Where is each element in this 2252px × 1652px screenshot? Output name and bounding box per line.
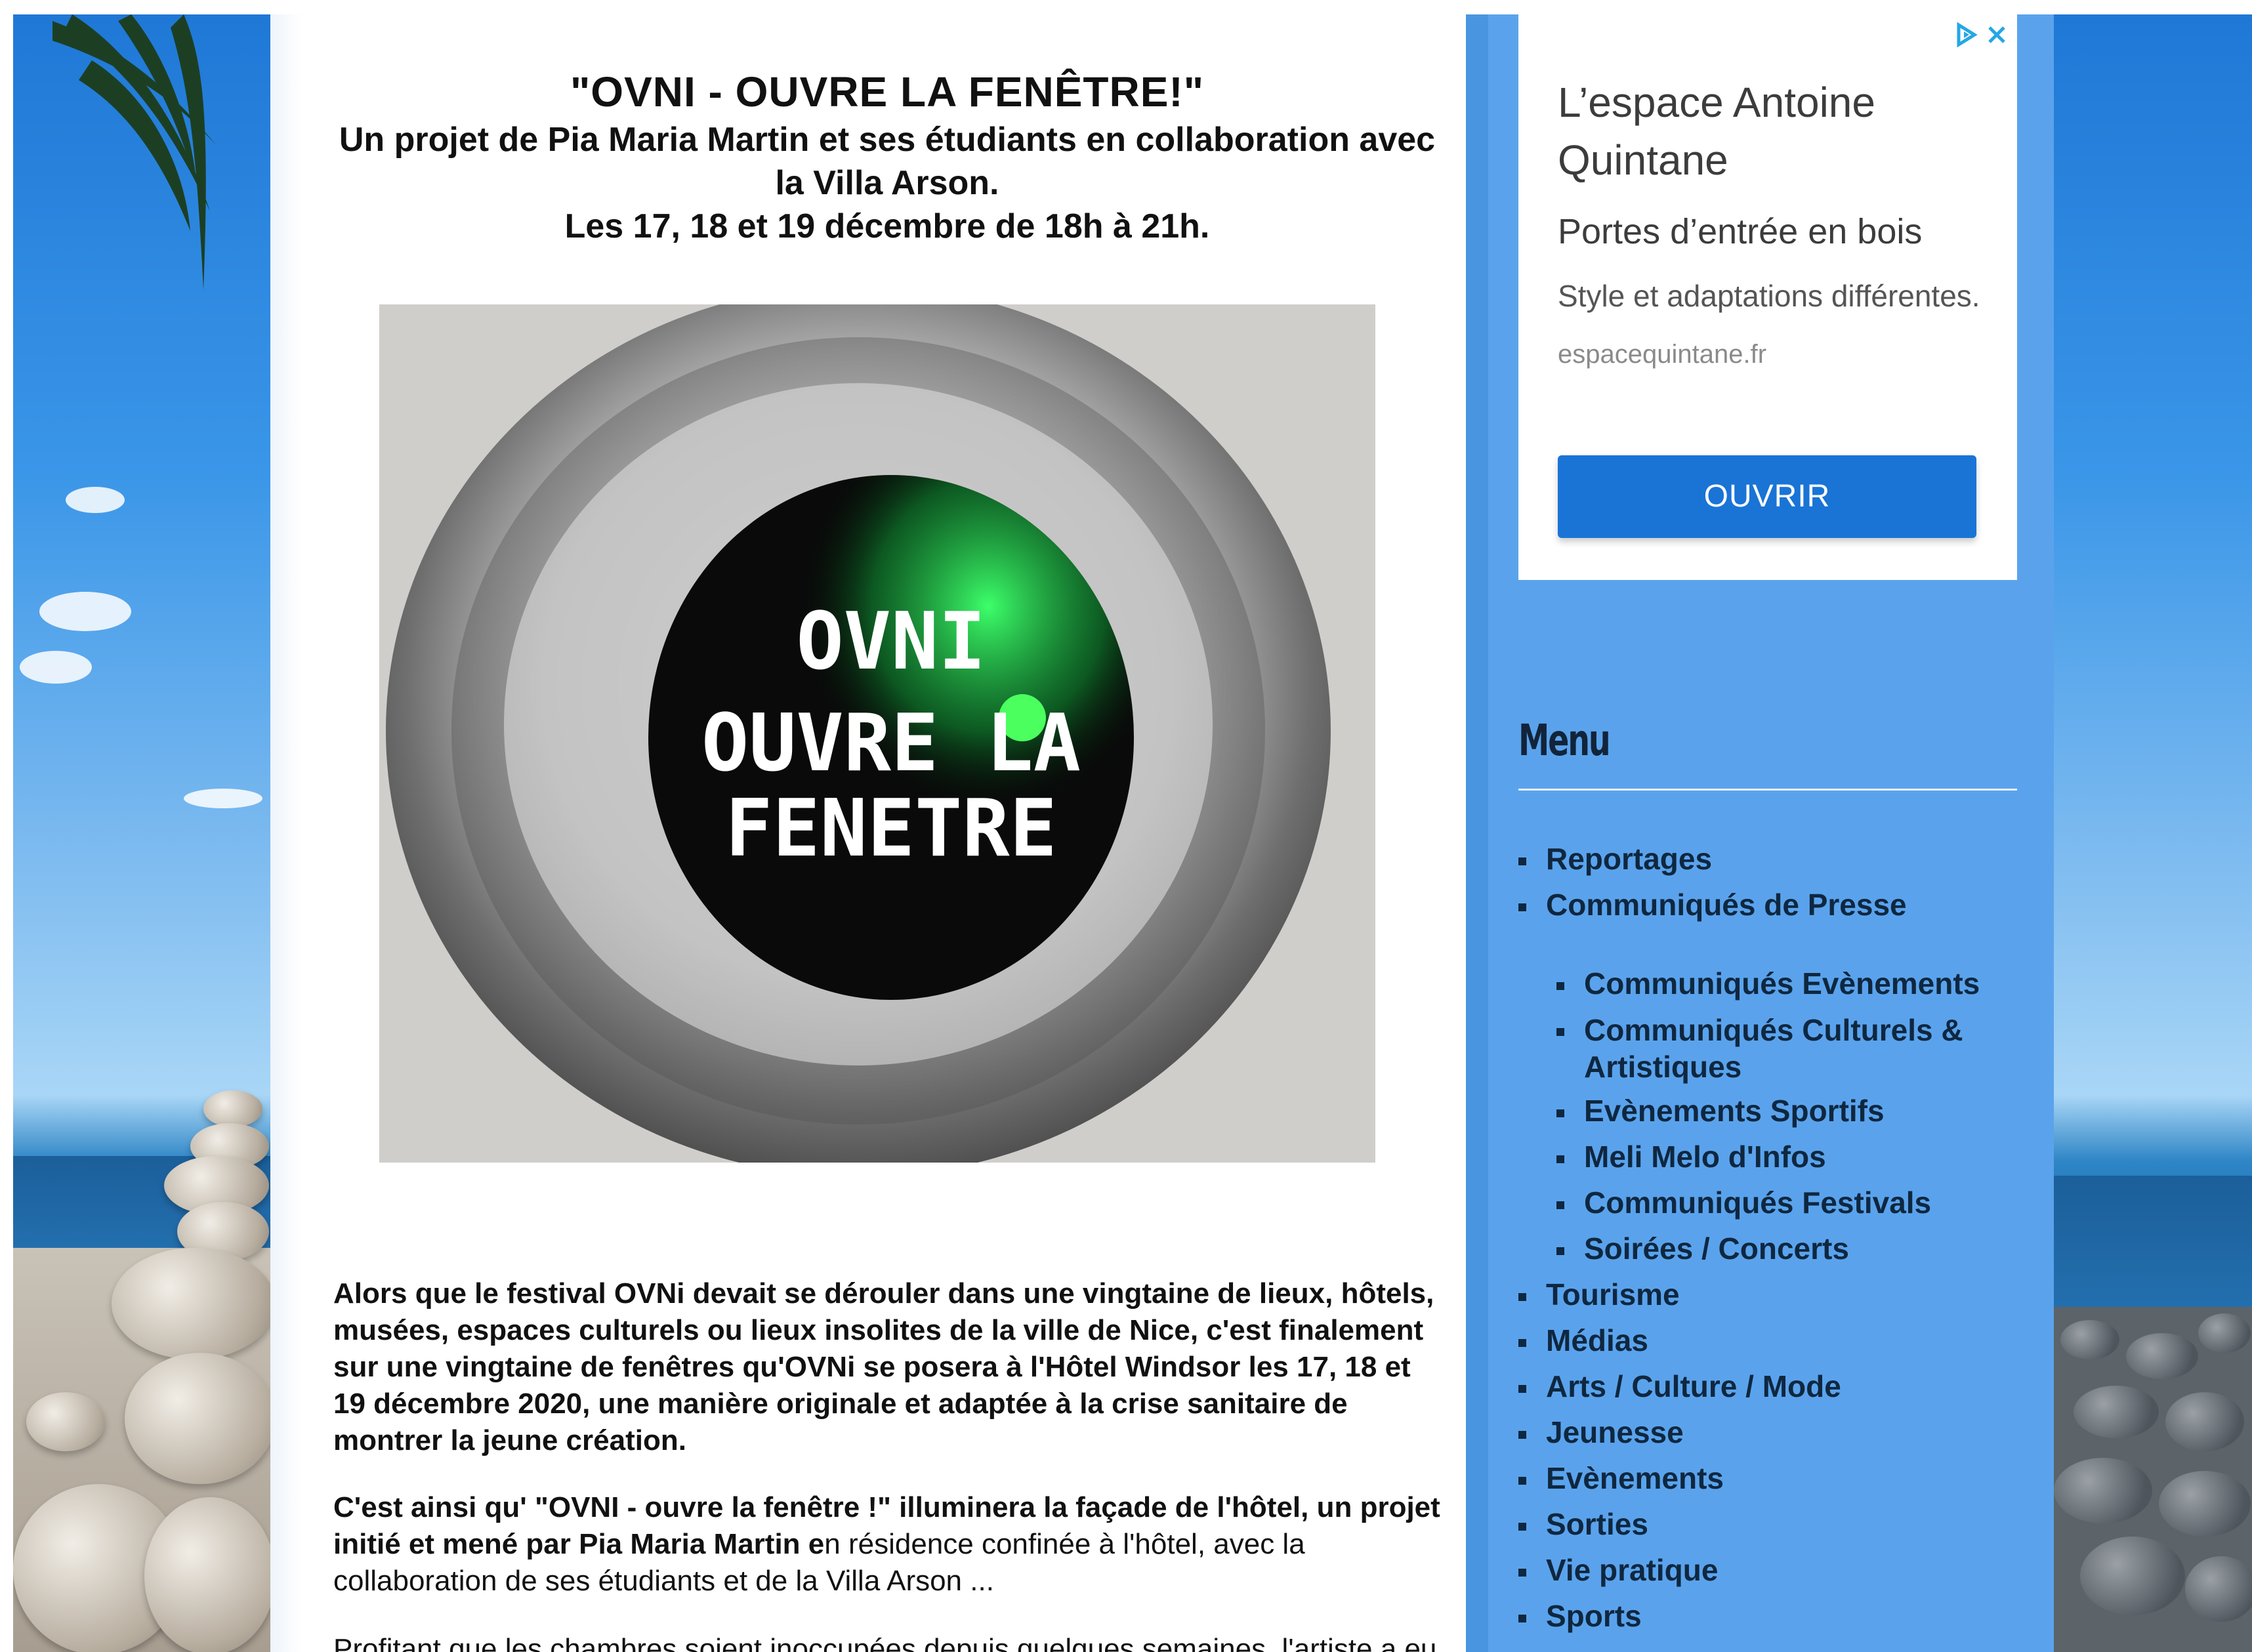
bullet-icon <box>1556 981 1564 990</box>
bullet-icon <box>1518 1430 1526 1439</box>
palm-tree-decoration <box>52 14 217 290</box>
pebble-decoration <box>2126 1333 2198 1379</box>
bullet-icon <box>1556 1201 1564 1209</box>
menu-item-label: Jeunesse <box>1546 1415 1684 1449</box>
menu-item-label: Vie pratique <box>1546 1553 1719 1587</box>
menu-item-label: Tourisme <box>1546 1277 1680 1311</box>
ad-subtitle: Portes d’entrée en bois <box>1558 212 1923 251</box>
menu-item-label: Soirées / Concerts <box>1584 1231 1849 1266</box>
pebble-decoration <box>2060 1320 2119 1359</box>
menu-title: Menu <box>1518 715 1611 766</box>
menu-item-tourisme[interactable]: Tourisme <box>1518 1277 1680 1312</box>
menu-item-label: Communiqués Culturels & Artistiques <box>1584 1013 1963 1084</box>
ad-url[interactable]: espacequintane.fr <box>1558 340 1766 369</box>
background-left-beach-image <box>13 14 270 1652</box>
menu-item-communiques-de-presse[interactable]: Communiqués de Presse <box>1518 887 1907 922</box>
hero-image[interactable]: OVNI OUVRE LA FENETRE <box>379 304 1375 1163</box>
menu-item-evenements-sportifs[interactable]: Evènements Sportifs <box>1556 1093 1885 1128</box>
pebble-decoration <box>2054 1458 2152 1523</box>
menu-item-label: Evènements <box>1546 1461 1724 1495</box>
menu-item-label: Evènements Sportifs <box>1584 1094 1885 1128</box>
ad-description: Style et adaptations différentes. <box>1558 279 1980 313</box>
article-subtitle-line2: la Villa Arson. <box>775 164 999 202</box>
article-heading: "OVNI - OUVRE LA FENÊTRE!" Un projet de … <box>336 66 1438 248</box>
bullet-icon <box>1518 1568 1526 1577</box>
ad-title[interactable]: L’espace Antoine Quintane <box>1558 73 2004 189</box>
page-frame: "OVNI - OUVRE LA FENÊTRE!" Un projet de … <box>13 14 2252 1652</box>
menu-item-meli-melo[interactable]: Meli Melo d'Infos <box>1556 1139 1826 1174</box>
bullet-icon <box>1556 1109 1564 1117</box>
stone-decoration <box>125 1353 270 1484</box>
menu-item-label: Communiqués Festivals <box>1584 1186 1932 1220</box>
pebble-decoration <box>2198 1313 2251 1353</box>
cloud-decoration <box>39 592 131 631</box>
article-paragraph-3: Profitant que les chambres soient inoccu… <box>333 1633 1437 1652</box>
menu-item-label: Meli Melo d'Infos <box>1584 1140 1826 1174</box>
stone-decoration <box>112 1248 270 1359</box>
bullet-icon <box>1518 1338 1526 1347</box>
stone-decoration <box>203 1090 262 1127</box>
cloud-decoration <box>66 487 125 513</box>
advertisement[interactable]: L’espace Antoine Quintane Portes d’entré… <box>1518 14 2017 580</box>
sea-decoration <box>2054 1176 2252 1307</box>
bullet-icon <box>1518 1292 1526 1301</box>
menu-item-evenements[interactable]: Evènements <box>1518 1460 1724 1496</box>
menu-item-medias[interactable]: Médias <box>1518 1323 1648 1358</box>
menu-item-communiques-evenements[interactable]: Communiqués Evènements <box>1556 966 1980 1001</box>
menu-divider <box>1518 789 2017 791</box>
hero-text-line3: FENETRE <box>725 783 1057 875</box>
hero-image-graphic: OVNI OUVRE LA FENETRE <box>379 304 1375 1163</box>
background-right-beach-image <box>2054 14 2252 1652</box>
ad-controls <box>1955 22 2007 51</box>
stone-decoration <box>144 1497 270 1652</box>
main-content: "OVNI - OUVRE LA FENÊTRE!" Un projet de … <box>270 14 1466 1652</box>
cloud-decoration <box>20 651 92 684</box>
menu-item-label: Sorties <box>1546 1507 1648 1541</box>
menu-item-label: Communiqués de Presse <box>1546 888 1907 922</box>
menu-item-reportages[interactable]: Reportages <box>1518 841 1712 877</box>
pebble-decoration <box>2159 1471 2251 1537</box>
close-icon[interactable] <box>1987 25 2007 48</box>
menu-item-label: Arts / Culture / Mode <box>1546 1369 1841 1403</box>
sidebar: L’espace Antoine Quintane Portes d’entré… <box>1466 14 2054 1652</box>
menu-item-label: Sports <box>1546 1599 1642 1633</box>
article-subtitle: Un projet de Pia Maria Martin et ses étu… <box>336 118 1438 205</box>
pebble-decoration <box>2080 1537 2185 1615</box>
bullet-icon <box>1518 1614 1526 1622</box>
article-subtitle-line1: Un projet de Pia Maria Martin et ses étu… <box>339 121 1436 159</box>
bullet-icon <box>1518 903 1526 911</box>
stone-decoration <box>26 1392 105 1451</box>
article-dates: Les 17, 18 et 19 décembre de 18h à 21h. <box>564 207 1210 245</box>
article-paragraph-1: Alors que le festival OVNi devait se dér… <box>333 1277 1434 1456</box>
bullet-icon <box>1556 1155 1564 1163</box>
ad-open-button[interactable]: OUVRIR <box>1558 455 1976 538</box>
menu-item-sports[interactable]: Sports <box>1518 1598 1642 1634</box>
hero-text-line2: OUVRE LA <box>701 698 1081 789</box>
cloud-decoration <box>184 789 262 808</box>
bullet-icon <box>1518 857 1526 865</box>
bullet-icon <box>1518 1522 1526 1531</box>
pebble-decoration <box>2165 1392 2244 1451</box>
adchoices-icon[interactable] <box>1955 22 1978 51</box>
menu-item-label: Reportages <box>1546 842 1713 876</box>
article-title: "OVNI - OUVRE LA FENÊTRE!" <box>570 68 1205 115</box>
menu-item-communiques-festivals[interactable]: Communiqués Festivals <box>1556 1185 1931 1220</box>
article-paragraph-2: C'est ainsi qu' "OVNI - ouvre la fenêtre… <box>333 1489 1449 1600</box>
menu-item-label: Médias <box>1546 1323 1648 1357</box>
menu-item-sorties[interactable]: Sorties <box>1518 1506 1648 1542</box>
menu-item-vie-pratique[interactable]: Vie pratique <box>1518 1552 1718 1588</box>
bullet-icon <box>1556 1247 1564 1255</box>
bullet-icon <box>1518 1384 1526 1393</box>
bullet-icon <box>1556 1027 1564 1036</box>
menu-item-jeunesse[interactable]: Jeunesse <box>1518 1415 1684 1450</box>
pebble-decoration <box>2185 1556 2252 1622</box>
menu-item-soirees-concerts[interactable]: Soirées / Concerts <box>1556 1231 1849 1266</box>
hero-text-line1: OVNI <box>797 596 986 688</box>
pebble-decoration <box>2074 1386 2159 1438</box>
menu-item-communiques-culturels[interactable]: Communiqués Culturels & Artistiques <box>1556 1012 1978 1085</box>
bullet-icon <box>1518 1476 1526 1485</box>
menu-item-label: Communiqués Evènements <box>1584 966 1980 1001</box>
menu-item-arts-culture-mode[interactable]: Arts / Culture / Mode <box>1518 1369 1841 1404</box>
